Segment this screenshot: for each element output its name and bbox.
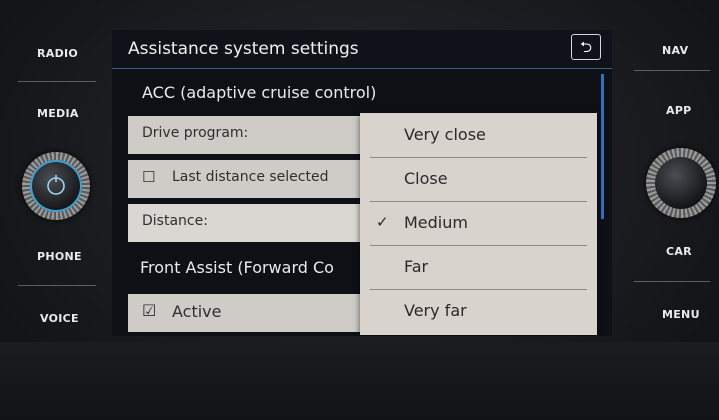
distance-row[interactable]: Distance: [128,204,368,242]
infotainment-screen: Assistance system settings ⮌ ACC (adapti… [112,30,612,336]
power-volume-knob[interactable] [22,152,90,220]
option-close[interactable]: Close [360,157,597,201]
option-label: Far [404,257,429,276]
scrollbar[interactable] [601,74,604,219]
checkmark-icon: ✓ [376,213,389,231]
back-arrow-icon: ⮌ [579,38,592,56]
option-very-close[interactable]: Very close [360,113,597,157]
knob-cap [655,157,707,209]
distance-dropdown: Very close Close ✓ Medium Far Very far [360,113,597,335]
active-row[interactable]: ☑ Active [128,294,368,332]
option-label: Close [404,169,448,188]
left-separator [18,285,96,286]
car-button[interactable]: CAR [666,245,692,258]
option-very-far[interactable]: Very far [360,289,597,333]
distance-label: Distance: [142,213,208,229]
checkbox-unchecked-icon[interactable]: ☐ [142,168,155,186]
voice-button[interactable]: VOICE [40,312,79,325]
right-separator [634,70,710,71]
section-front-assist: Front Assist (Forward Co [140,258,334,277]
app-button[interactable]: APP [666,104,692,117]
radio-button[interactable]: RADIO [37,47,78,60]
menu-button[interactable]: MENU [662,308,700,321]
power-icon [30,160,82,212]
phone-button[interactable]: PHONE [37,250,82,263]
section-acc: ACC (adaptive cruise control) [142,83,377,102]
option-far[interactable]: Far [360,245,597,289]
page-title: Assistance system settings [128,39,359,59]
media-button[interactable]: MEDIA [37,107,79,120]
back-button[interactable]: ⮌ [571,34,601,60]
nav-button[interactable]: NAV [662,44,688,57]
option-label: Very far [404,301,467,320]
option-label: Very close [404,125,486,144]
right-separator [634,281,710,282]
drive-program-row[interactable]: Drive program: [128,116,368,154]
header-divider [112,68,612,69]
last-distance-row[interactable]: ☐ Last distance selected [128,160,368,198]
left-separator [18,81,96,82]
active-label: Active [172,302,222,321]
drive-program-label: Drive program: [142,125,249,141]
option-medium[interactable]: ✓ Medium [360,201,597,245]
checkbox-checked-icon[interactable]: ☑ [142,301,156,320]
last-distance-label: Last distance selected [172,169,329,185]
device-bezel-bottom [0,342,719,420]
tuning-knob[interactable] [646,148,716,218]
option-label: Medium [404,213,468,232]
header-bar: Assistance system settings ⮌ [112,30,612,68]
